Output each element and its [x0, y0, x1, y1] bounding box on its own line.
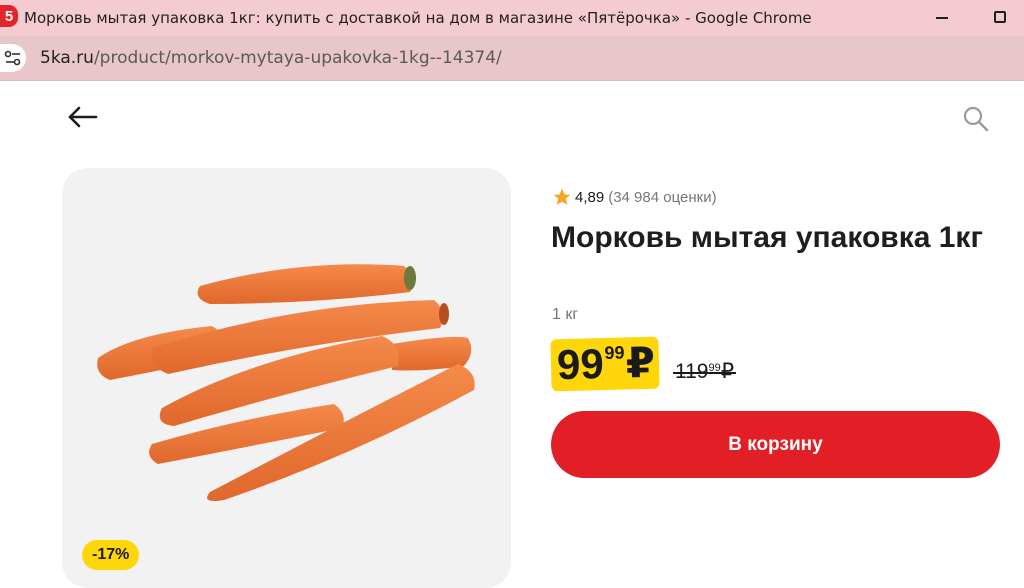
search-icon[interactable] [962, 105, 990, 133]
current-price: 99 99 ₽ [550, 336, 660, 392]
site-favicon-icon: 5 [0, 5, 18, 27]
rating-value: 4,89 [575, 188, 605, 206]
add-to-cart-button[interactable]: В корзину [551, 411, 1000, 478]
star-icon [553, 188, 571, 205]
rating-count: (34 984 оценки) [608, 188, 717, 206]
price-fraction: 99 [604, 342, 625, 364]
url-domain: 5ka.ru [40, 48, 94, 68]
rating[interactable]: 4,89 (34 984 оценки) [552, 187, 717, 207]
arrow-left-icon[interactable] [66, 104, 98, 130]
window-title: Морковь мытая упаковка 1кг: купить с дос… [24, 9, 812, 27]
discount-badge: -17% [82, 540, 140, 570]
product-image [97, 264, 475, 501]
price-integer: 99 [556, 340, 605, 389]
product-title: Морковь мытая упаковка 1кг [551, 221, 983, 254]
price-currency: ₽ [625, 338, 656, 387]
minimize-icon[interactable] [936, 17, 948, 19]
window-titlebar: 5 Морковь мытая упаковка 1кг: купить с д… [0, 0, 1024, 36]
strikethrough-line [673, 372, 737, 374]
toolbar-divider [0, 80, 1024, 81]
old-price: 119 99 ₽ [673, 360, 737, 384]
url-path: /product/morkov-mytaya-upakovka-1kg--143… [93, 48, 502, 68]
product-weight: 1 кг [552, 306, 579, 323]
product-image-card: -17% [62, 168, 511, 588]
url-text[interactable]: 5ka.ru/product/morkov-mytaya-upakovka-1k… [40, 48, 502, 68]
maximize-icon[interactable] [994, 11, 1006, 23]
